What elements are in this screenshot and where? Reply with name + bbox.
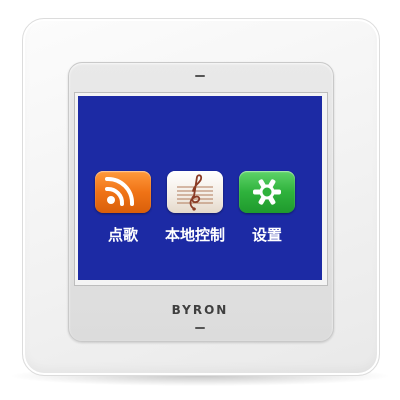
song-request-app-button[interactable]: [95, 171, 151, 213]
settings-app-button[interactable]: [239, 171, 295, 213]
brand-logo: BYRON: [171, 303, 229, 317]
top-indicator-slot: [195, 75, 205, 77]
rss-icon: [105, 177, 134, 206]
bottom-indicator-slot: [195, 327, 205, 329]
device-photo: 点歌 本地控制 设置 BYRON: [0, 0, 400, 400]
settings-app-label[interactable]: 设置: [233, 225, 301, 245]
local-control-app-button[interactable]: [167, 171, 223, 213]
local-control-app-label[interactable]: 本地控制: [150, 225, 240, 245]
music-score-icon: [177, 174, 213, 211]
settings-icon: [253, 179, 281, 205]
song-request-app-label[interactable]: 点歌: [89, 225, 157, 245]
